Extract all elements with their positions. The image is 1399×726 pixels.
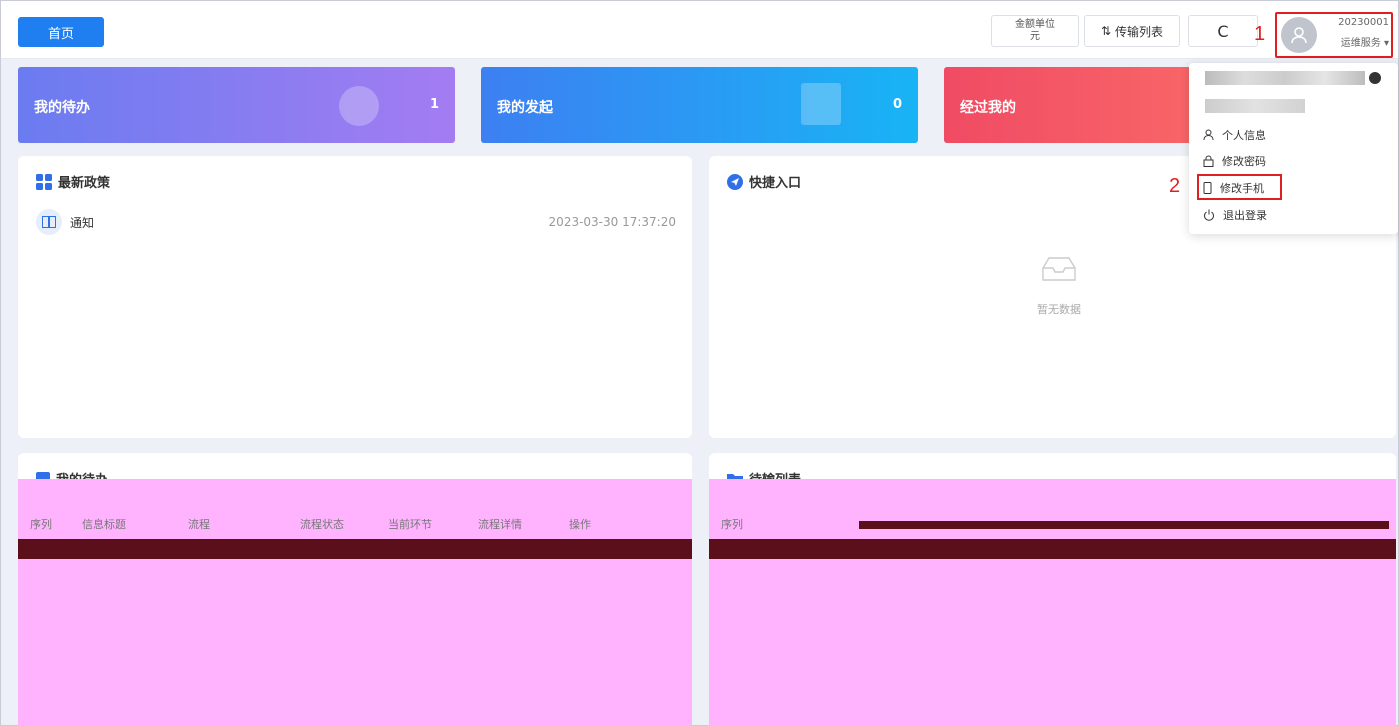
unit-line1: 金额单位 [1015, 19, 1055, 30]
panel-title-text: 最新政策 [58, 176, 111, 191]
card-count: 1 [429, 97, 439, 112]
user-id[interactable]: 20230001 [1323, 17, 1389, 28]
menu-item-label: 个人信息 [1222, 129, 1266, 142]
transfer-list-panel: 待输列表 序列 [709, 453, 1396, 726]
redacted-org [1205, 99, 1305, 113]
table-header: 序列 信息标题 流程 流程状态 当前环节 流程详情 操作 [18, 513, 692, 535]
my-todo-panel: 我的待办 序列 信息标题 流程 流程状态 当前环节 流程详情 操作 [18, 453, 692, 726]
col-header: 流程详情 [478, 518, 522, 531]
avatar[interactable] [1281, 17, 1317, 53]
unit-line2: 元 [1030, 31, 1040, 42]
glitch-row [709, 539, 1396, 559]
card-count: 0 [892, 97, 902, 112]
book-icon [36, 209, 62, 235]
verified-icon [1369, 72, 1381, 84]
panel-title: 最新政策 [36, 172, 110, 191]
col-header: 信息标题 [82, 518, 126, 531]
empty-inbox-icon [1042, 257, 1076, 281]
card-label: 我的发起 [497, 100, 553, 116]
empty-state-text: 暂无数据 [1037, 303, 1081, 316]
policy-item-date: 2023-03-30 17:37:20 [548, 215, 676, 229]
card-label: 我的待办 [34, 100, 90, 116]
panel-title: 快捷入口 [727, 172, 801, 191]
annotation-marker-1: 1 [1254, 23, 1266, 45]
top-bar: 首页 金额单位 元 ⇅ 传输列表 C [1, 1, 1398, 59]
col-header: 序列 [30, 518, 52, 531]
policy-item[interactable]: 通知 2023-03-30 17:37:20 [36, 208, 676, 236]
col-header: 当前环节 [388, 518, 432, 531]
policy-item-title[interactable]: 通知 [70, 214, 94, 231]
user-icon [1291, 27, 1307, 44]
redacted-username [1205, 71, 1365, 85]
menu-item-profile[interactable]: 个人信息 [1203, 127, 1266, 143]
card-label: 经过我的 [960, 100, 1016, 116]
glitch-row [18, 539, 692, 559]
transfer-list-label: 传输列表 [1115, 24, 1164, 39]
annotation-marker-2: 2 [1169, 175, 1181, 197]
menu-item-label: 修改密码 [1222, 155, 1266, 168]
col-header: 流程状态 [300, 518, 344, 531]
card-my-todo[interactable]: 我的待办 1 [18, 67, 455, 143]
app-frame: 首页 金额单位 元 ⇅ 传输列表 C 1 20230001 运维服务 ▾ 我的待… [0, 0, 1399, 726]
power-icon [1204, 209, 1214, 221]
menu-item-label: 修改手机 [1220, 182, 1264, 195]
send-icon [727, 173, 743, 190]
grid-icon [36, 173, 52, 190]
refresh-icon: C [1217, 21, 1229, 41]
latest-policy-panel: 最新政策 通知 2023-03-30 17:37:20 [18, 156, 692, 438]
user-dropdown-menu: 个人信息 修改密码 修改手机 退出登录 [1189, 63, 1398, 234]
menu-item-change-password[interactable]: 修改密码 [1203, 153, 1266, 169]
glitch-row [859, 521, 1389, 529]
transfer-icon: ⇅ [1100, 24, 1112, 38]
refresh-button[interactable]: C [1188, 15, 1258, 47]
person-icon [1203, 129, 1214, 141]
lock-icon [1203, 155, 1214, 167]
panel-title-text: 快捷入口 [749, 176, 802, 191]
col-header: 流程 [188, 518, 210, 531]
upload-icon [801, 83, 841, 125]
menu-item-label: 退出登录 [1223, 209, 1267, 222]
menu-item-logout[interactable]: 退出登录 [1203, 207, 1267, 223]
card-my-initiated[interactable]: 我的发起 0 [481, 67, 918, 143]
home-tab[interactable]: 首页 [18, 17, 104, 47]
transfer-list-button[interactable]: ⇅ 传输列表 [1084, 15, 1180, 47]
clock-icon [339, 86, 379, 126]
user-role-dropdown[interactable]: 运维服务 ▾ [1323, 34, 1389, 49]
currency-unit-button[interactable]: 金额单位 元 [991, 15, 1079, 47]
menu-item-change-phone[interactable]: 修改手机 [1203, 180, 1264, 196]
col-header: 操作 [569, 518, 591, 531]
col-header: 序列 [721, 518, 743, 531]
phone-icon [1203, 182, 1212, 194]
